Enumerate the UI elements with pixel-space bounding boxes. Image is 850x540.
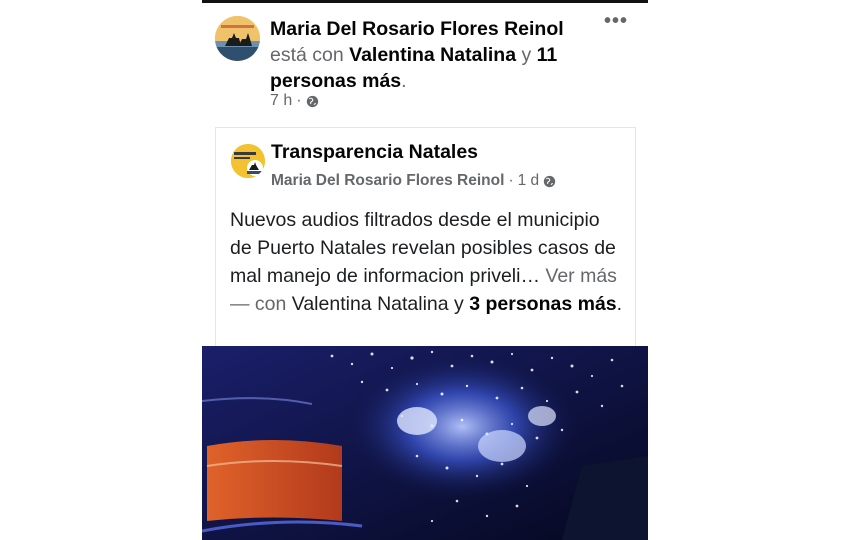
video-frame-image	[202, 346, 648, 540]
tagged-person-link[interactable]: Valentina Natalina	[349, 44, 516, 66]
video-thumbnail[interactable]	[202, 346, 648, 540]
page: Maria Del Rosario Flores Reinol está con…	[0, 0, 850, 540]
author-name[interactable]: Maria Del Rosario Flores Reinol	[270, 16, 600, 42]
page-name[interactable]: Transparencia Natales	[271, 141, 478, 164]
shared-meta-separator: ·	[508, 172, 514, 189]
with-text: — con	[230, 293, 287, 315]
avatar-image	[215, 16, 260, 61]
posted-by[interactable]: Maria Del Rosario Flores Reinol	[271, 172, 504, 190]
top-divider	[202, 0, 648, 3]
post-meta: 7 h ·	[270, 92, 319, 110]
with-prefix: está con	[270, 44, 344, 66]
post-header-text: Maria Del Rosario Flores Reinol está con…	[270, 16, 600, 94]
shared-period: .	[616, 293, 623, 315]
page-avatar[interactable]	[231, 144, 265, 178]
more-options-icon[interactable]: •••	[604, 10, 628, 33]
author-avatar[interactable]	[215, 16, 260, 61]
shared-post-meta: Maria Del Rosario Flores Reinol · 1 d ·	[271, 172, 556, 190]
globe-icon	[543, 175, 556, 188]
shared-post-card[interactable]: Transparencia Natales Maria Del Rosario …	[215, 127, 636, 346]
shared-post-time[interactable]: 1 d	[518, 172, 540, 190]
meta-separator: ·	[296, 92, 302, 109]
post-time[interactable]: 7 h	[270, 92, 292, 110]
shared-tagged-person-link[interactable]: Valentina Natalina	[292, 293, 449, 315]
see-more-link[interactable]: Ver más	[545, 265, 617, 287]
shared-post-text: Nuevos audios filtrados desde el municip…	[230, 206, 625, 318]
conjunction: y	[521, 44, 532, 66]
shared-others-link[interactable]: 3 personas más	[469, 293, 616, 315]
period: .	[401, 70, 407, 92]
page-avatar-image	[231, 144, 265, 178]
globe-icon	[306, 95, 319, 108]
facebook-post: Maria Del Rosario Flores Reinol está con…	[202, 0, 648, 540]
shared-conjunction: y	[454, 293, 464, 315]
